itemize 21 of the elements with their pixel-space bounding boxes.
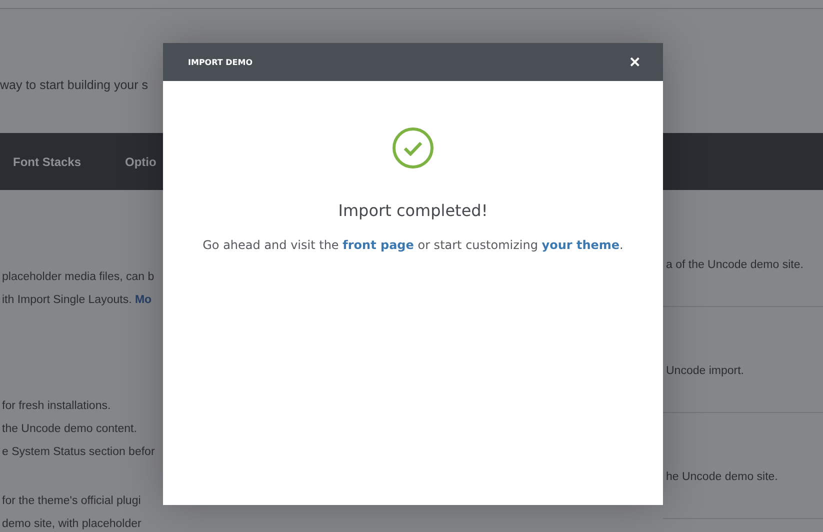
check-circle-icon	[392, 127, 434, 169]
nav-tab[interactable]: Optio	[125, 154, 156, 169]
description-text: demo site, with placeholder	[1, 517, 142, 532]
description-text: a of the Uncode demo site.	[666, 259, 804, 271]
page-subtitle: way to start building your s	[0, 78, 148, 92]
description-text: ith Import Single Layouts. Mo	[1, 293, 152, 308]
message-link[interactable]: your theme	[542, 238, 620, 252]
more-link[interactable]: Mo	[134, 294, 152, 306]
description-text: for fresh installations.	[1, 399, 111, 414]
dialog-message: Go ahead and visit the front page or start customizing your theme.	[202, 238, 624, 252]
description-text: for the theme's official plugi	[1, 494, 141, 509]
close-button[interactable]: ✕	[629, 55, 641, 69]
description-text: Uncode import.	[666, 365, 744, 377]
description-text: e System Status section befor	[1, 445, 155, 460]
dialog-heading: Import completed!	[338, 201, 488, 220]
nav-tab[interactable]: Font Stacks	[13, 154, 82, 169]
dialog-title: IMPORT DEMO	[188, 58, 253, 66]
description-text: placeholder media files, can b	[1, 270, 154, 285]
message-link[interactable]: front page	[342, 238, 414, 252]
description-text: the Uncode demo content.	[1, 422, 137, 437]
description-text: he Uncode demo site.	[666, 471, 778, 483]
